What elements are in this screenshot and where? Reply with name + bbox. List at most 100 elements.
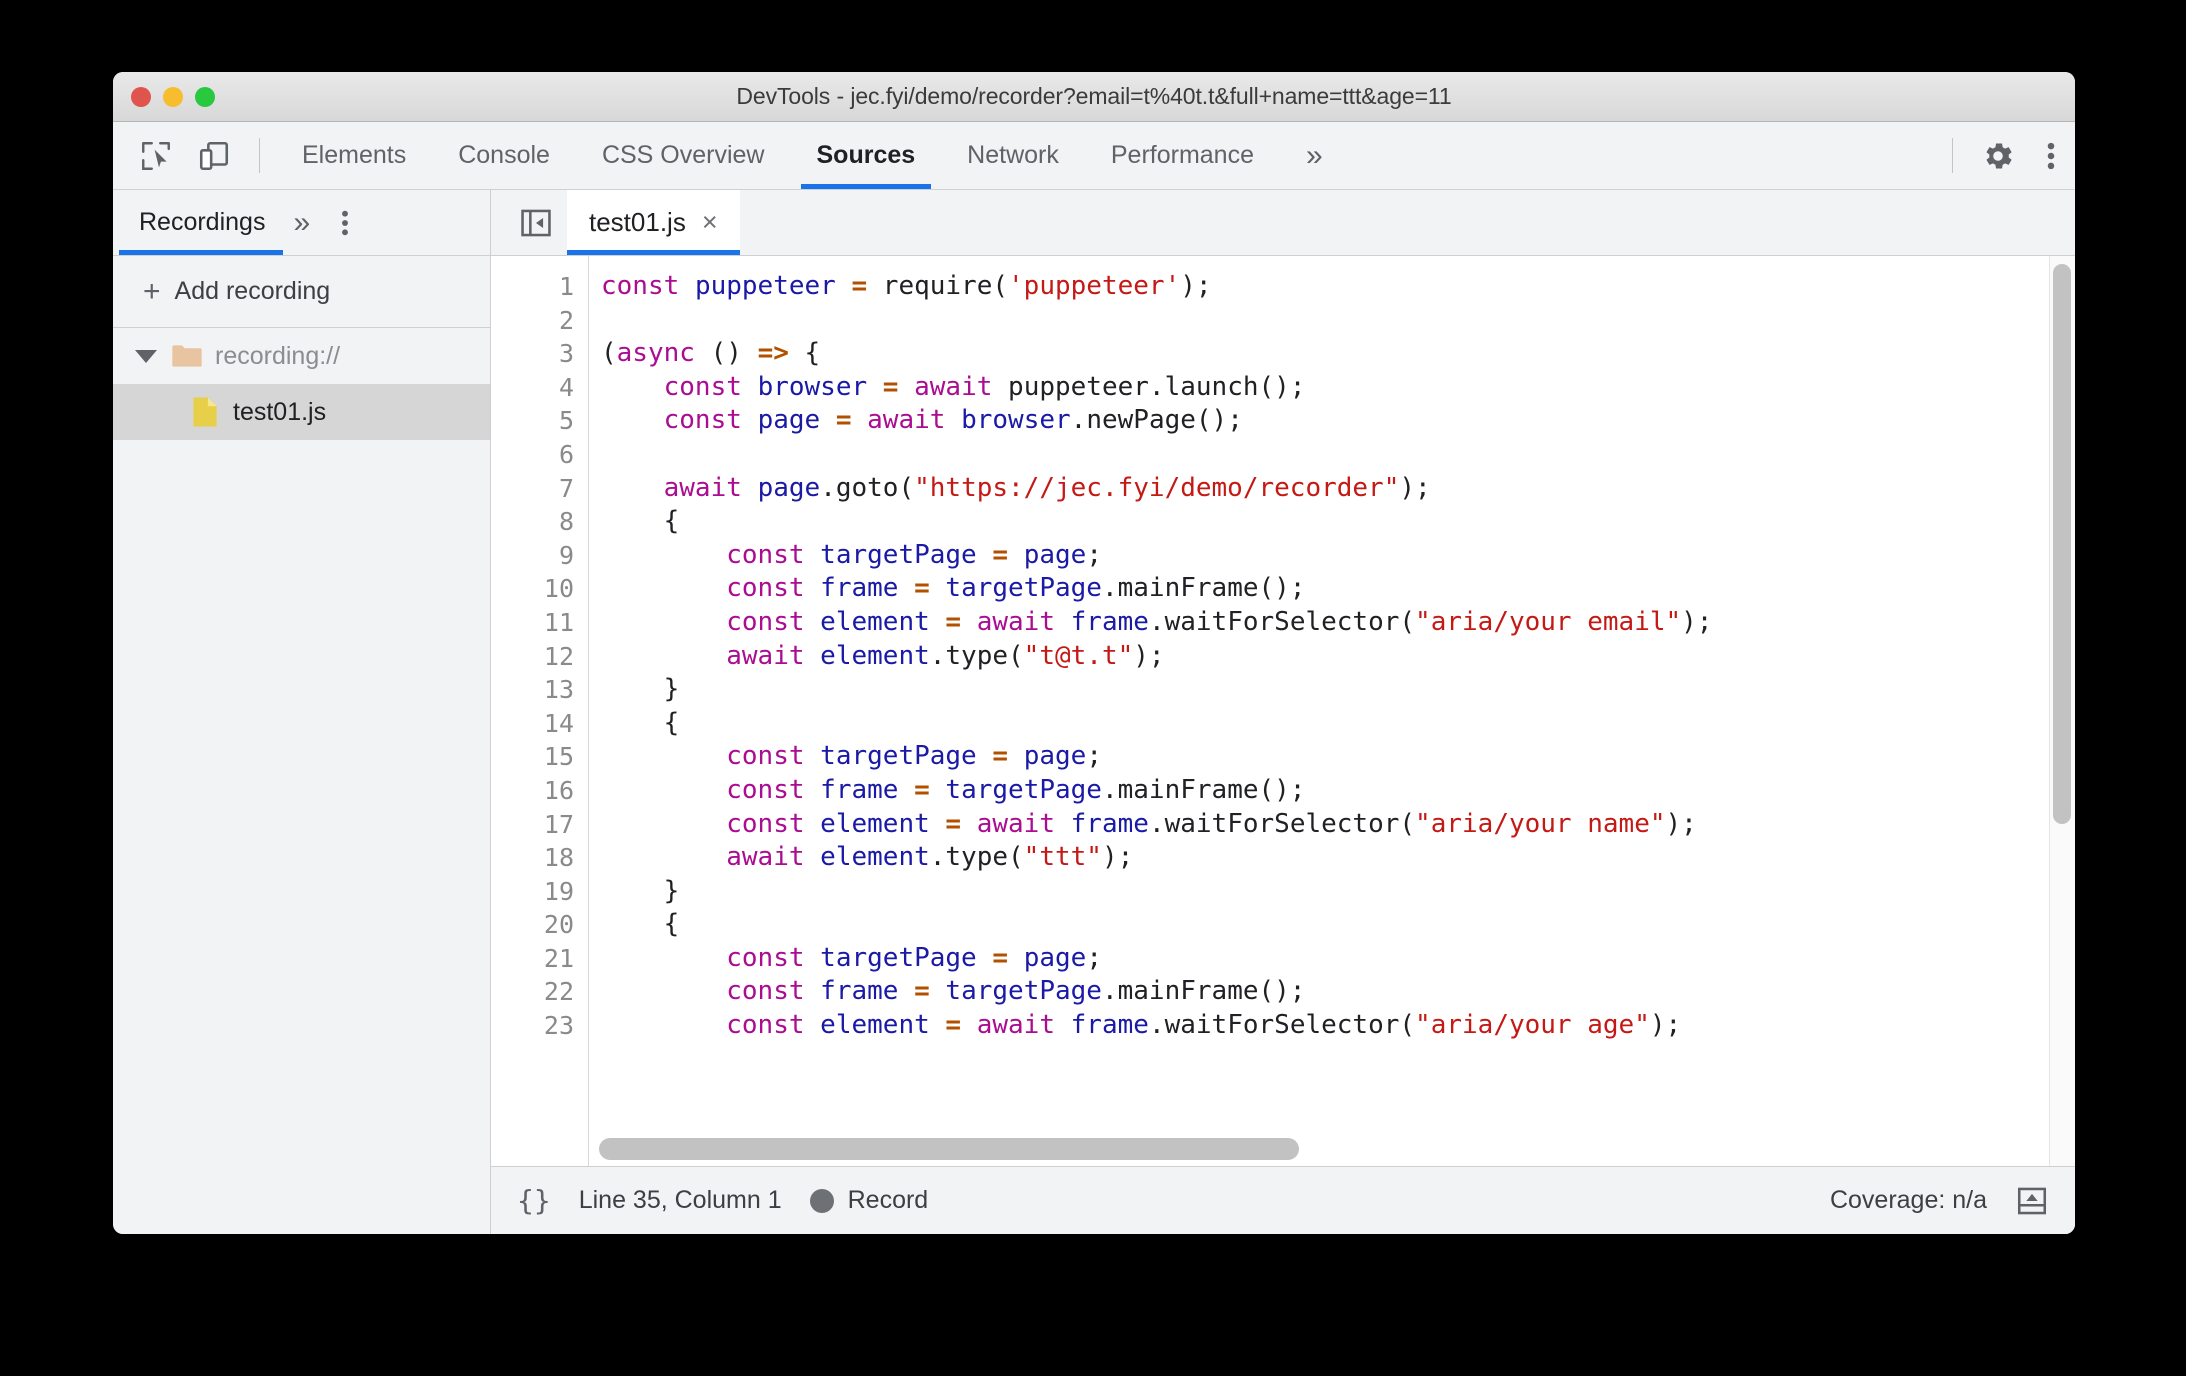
- show-drawer-icon[interactable]: [2015, 1184, 2049, 1218]
- code-line[interactable]: const element = await frame.waitForSelec…: [601, 1009, 2075, 1043]
- zoom-window-button[interactable]: [195, 86, 215, 107]
- code-line[interactable]: const element = await frame.waitForSelec…: [601, 808, 2075, 842]
- code-line[interactable]: [601, 438, 2075, 472]
- code-line[interactable]: const page = await browser.newPage();: [601, 404, 2075, 438]
- tree-item-test01-js[interactable]: test01.js: [113, 384, 490, 440]
- code-editor[interactable]: 1 2 3 4 5 6 7 8 9 10 11 12 13 14 15 16 17 18 19 20 21 22 23 co…: [491, 256, 2075, 1166]
- code-token: element: [820, 640, 930, 671]
- line-number: 18: [543, 843, 574, 873]
- devtools-window: DevTools - jec.fyi/demo/recorder?email=t…: [113, 72, 2075, 1234]
- code-token: =: [835, 405, 852, 436]
- code-line[interactable]: const frame = targetPage.mainFrame();: [601, 975, 2075, 1009]
- line-number: 21: [543, 943, 574, 973]
- code-token: =: [882, 371, 899, 402]
- code-line[interactable]: const targetPage = page;: [601, 942, 2075, 976]
- line-number: 1: [558, 272, 574, 301]
- code-line[interactable]: const targetPage = page;: [601, 740, 2075, 774]
- line-number: 11: [543, 607, 574, 637]
- code-line[interactable]: (async () => {: [601, 337, 2075, 371]
- tab-performance[interactable]: Performance: [1085, 122, 1280, 189]
- gear-icon[interactable]: [1969, 122, 2027, 189]
- code-token: "aria/your age": [1415, 1010, 1650, 1041]
- line-number: 9: [558, 540, 574, 570]
- code-line[interactable]: }: [601, 673, 2075, 707]
- code-line[interactable]: const element = await frame.waitForSelec…: [601, 606, 2075, 640]
- code-line[interactable]: await page.goto("https://jec.fyi/demo/re…: [601, 472, 2075, 506]
- code-token: .waitForSelector(: [1148, 606, 1416, 637]
- sidebar-more-chevron-icon[interactable]: »: [293, 206, 310, 240]
- expand-caret-icon[interactable]: [135, 349, 157, 363]
- editor-tab-bar: test01.js ×: [491, 190, 2075, 256]
- plus-icon: +: [143, 274, 161, 308]
- show-navigator-icon[interactable]: [505, 190, 567, 255]
- code-token: await: [726, 842, 805, 873]
- javascript-file-icon: [193, 397, 217, 427]
- code-line[interactable]: {: [601, 505, 2075, 539]
- vertical-scrollbar-thumb[interactable]: [2053, 264, 2071, 824]
- close-icon[interactable]: ×: [702, 209, 718, 236]
- code-token: page: [757, 405, 821, 436]
- code-line[interactable]: {: [601, 707, 2075, 741]
- code-token: const: [726, 573, 805, 604]
- code-token: );: [1101, 842, 1134, 873]
- code-token: await: [976, 1010, 1055, 1041]
- sidebar-more-vertical-icon[interactable]: [332, 207, 358, 239]
- vertical-scrollbar-track[interactable]: [2049, 256, 2075, 1166]
- code-line[interactable]: }: [601, 875, 2075, 909]
- tree-item-recording-origin[interactable]: recording://: [113, 328, 490, 384]
- code-token: const: [726, 976, 805, 1007]
- code-line[interactable]: await element.type("t@t.t");: [601, 640, 2075, 674]
- sidebar-tab-recordings[interactable]: Recordings: [118, 190, 284, 255]
- code-line[interactable]: {: [601, 908, 2075, 942]
- editor-tab-test01-js[interactable]: test01.js ×: [567, 190, 740, 255]
- devtools-content: Recordings » + Add recording recording:/…: [113, 190, 2075, 1234]
- tab-elements[interactable]: Elements: [276, 122, 432, 189]
- code-line[interactable]: const puppeteer = require('puppeteer');: [601, 270, 2075, 304]
- editor-status-bar: {} Line 35, Column 1 Record Coverage: n/…: [491, 1166, 2075, 1234]
- close-window-button[interactable]: [131, 86, 151, 107]
- tab-console[interactable]: Console: [432, 122, 576, 189]
- more-vertical-icon[interactable]: [2027, 122, 2075, 189]
- code-line[interactable]: const frame = targetPage.mainFrame();: [601, 572, 2075, 606]
- horizontal-scrollbar-thumb[interactable]: [599, 1138, 1299, 1160]
- minimize-window-button[interactable]: [163, 86, 183, 107]
- source-code[interactable]: const puppeteer = require('puppeteer'); …: [589, 256, 2075, 1166]
- tab-sources[interactable]: Sources: [791, 122, 942, 189]
- add-recording-button[interactable]: + Add recording: [113, 256, 490, 328]
- record-button[interactable]: Record: [809, 1186, 928, 1215]
- tab-network[interactable]: Network: [941, 122, 1085, 189]
- code-token: const: [663, 371, 742, 402]
- inspect-element-icon[interactable]: [127, 122, 185, 189]
- code-line[interactable]: const frame = targetPage.mainFrame();: [601, 774, 2075, 808]
- pretty-print-button[interactable]: {}: [517, 1184, 551, 1217]
- code-token: const: [601, 271, 680, 301]
- code-token: targetPage: [820, 539, 977, 570]
- code-token: ;: [1086, 741, 1102, 772]
- code-line[interactable]: const browser = await puppeteer.launch()…: [601, 371, 2075, 405]
- code-line[interactable]: [601, 304, 2075, 338]
- cursor-position-label: Line 35, Column 1: [578, 1186, 782, 1214]
- tab-css-overview[interactable]: CSS Overview: [576, 122, 791, 189]
- horizontal-scrollbar-track[interactable]: [589, 1138, 2049, 1160]
- code-line[interactable]: const targetPage = page;: [601, 539, 2075, 573]
- code-token: }: [601, 875, 680, 906]
- code-token: frame: [820, 573, 899, 604]
- device-toolbar-icon[interactable]: [185, 122, 243, 189]
- more-tabs-chevron-icon[interactable]: »: [1280, 122, 1349, 189]
- code-token: =: [914, 976, 930, 1007]
- code-line[interactable]: await element.type("ttt");: [601, 841, 2075, 875]
- code-token: await: [976, 606, 1055, 637]
